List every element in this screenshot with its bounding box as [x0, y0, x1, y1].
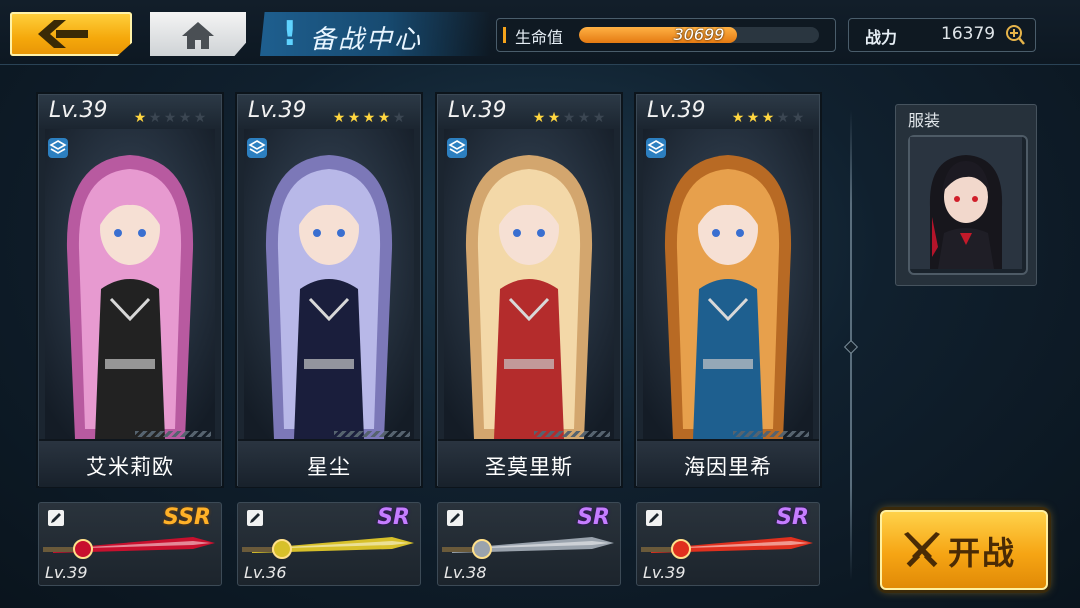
star-empty-icon: ★ [392, 110, 406, 126]
character-card[interactable]: Lv.39 ★ ★ ★ ★ ★ [437, 94, 621, 487]
chevron-left-icon [38, 20, 88, 48]
rarity-badge: SR [377, 505, 410, 530]
plate-stripe [135, 431, 211, 437]
character-card[interactable]: Lv.39 ★ ★ ★ ★ ★ [237, 94, 421, 487]
star-empty-icon: ★ [791, 110, 805, 126]
hp-value: 30699 [673, 25, 725, 44]
star-empty-icon: ★ [163, 110, 177, 126]
weapon-level: Lv.36 [244, 563, 287, 582]
star-empty-icon: ★ [592, 110, 606, 126]
section-divider [843, 110, 859, 580]
start-battle-label: 开战 [948, 534, 1017, 572]
top-bar: ! 备战中心 生命值 30699 战力 16379 [0, 0, 1080, 65]
character-art [444, 129, 614, 439]
character-name: 圣莫里斯 [485, 455, 573, 479]
card-header: Lv.39 ★ ★ ★ ★ ★ [39, 95, 221, 129]
star-rating: ★ ★ ★ ★ ★ [731, 111, 805, 125]
name-plate: 艾米莉欧 [39, 431, 221, 487]
outfit-label: 服装 [908, 111, 941, 130]
character-art [45, 129, 215, 439]
hp-tick [503, 27, 506, 43]
start-battle-button[interactable]: 开战 [880, 510, 1048, 590]
star-filled-icon: ★ [547, 110, 561, 126]
character-level: Lv.39 [647, 98, 706, 123]
page-title-banner: ! 备战中心 [260, 12, 490, 56]
name-plate: 圣莫里斯 [438, 431, 620, 487]
page-title: 备战中心 [310, 25, 423, 55]
star-filled-icon: ★ [731, 110, 745, 126]
weapon-slot[interactable]: SR Lv.36 [237, 502, 421, 586]
power-value: 16379 [941, 24, 996, 44]
star-filled-icon: ★ [332, 110, 346, 126]
layers-icon [646, 138, 666, 158]
character-level: Lv.39 [49, 98, 108, 123]
name-plate: 海因里希 [637, 431, 819, 487]
exclamation-icon: ! [282, 14, 298, 54]
weapon-level: Lv.39 [45, 563, 88, 582]
character-card[interactable]: Lv.39 ★ ★ ★ ★ ★ [38, 94, 222, 487]
character-card[interactable]: Lv.39 ★ ★ ★ ★ ★ [636, 94, 820, 487]
star-filled-icon: ★ [377, 110, 391, 126]
star-filled-icon: ★ [347, 110, 361, 126]
outfit-portrait[interactable] [908, 135, 1028, 275]
rarity-badge: SSR [163, 505, 211, 530]
star-rating: ★ ★ ★ ★ ★ [532, 111, 606, 125]
star-empty-icon: ★ [178, 110, 192, 126]
star-rating: ★ ★ ★ ★ ★ [133, 111, 207, 125]
character-level: Lv.39 [248, 98, 307, 123]
home-icon [182, 22, 214, 49]
star-filled-icon: ★ [133, 110, 147, 126]
rarity-badge: SR [776, 505, 809, 530]
character-name: 海因里希 [684, 455, 772, 479]
crossed-swords-icon [904, 532, 940, 568]
plate-stripe [334, 431, 410, 437]
outfit-character-portrait [910, 137, 1022, 269]
star-filled-icon: ★ [746, 110, 760, 126]
layers-icon [447, 138, 467, 158]
weapon-level: Lv.39 [643, 563, 686, 582]
star-filled-icon: ★ [532, 110, 546, 126]
rarity-badge: SR [577, 505, 610, 530]
power-label: 战力 [865, 28, 898, 47]
card-header: Lv.39 ★ ★ ★ ★ ★ [637, 95, 819, 129]
character-portrait [244, 129, 414, 439]
layers-icon [48, 138, 68, 158]
character-portrait [45, 129, 215, 439]
name-plate: 星尘 [238, 431, 420, 487]
character-art [643, 129, 813, 439]
hp-label: 生命值 [515, 28, 564, 47]
zoom-plus-icon[interactable] [1005, 24, 1025, 46]
plate-stripe [534, 431, 610, 437]
weapon-level: Lv.38 [444, 563, 487, 582]
star-empty-icon: ★ [776, 110, 790, 126]
combat-power-indicator: 战力 16379 [848, 18, 1036, 52]
card-header: Lv.39 ★ ★ ★ ★ ★ [438, 95, 620, 129]
hp-indicator: 生命值 30699 [496, 18, 836, 52]
layers-icon [247, 138, 267, 158]
star-filled-icon: ★ [362, 110, 376, 126]
card-header: Lv.39 ★ ★ ★ ★ ★ [238, 95, 420, 129]
character-level: Lv.39 [448, 98, 507, 123]
weapon-slot[interactable]: SR Lv.39 [636, 502, 820, 586]
star-rating: ★ ★ ★ ★ ★ [332, 111, 406, 125]
star-empty-icon: ★ [148, 110, 162, 126]
star-filled-icon: ★ [761, 110, 775, 126]
back-button[interactable] [10, 12, 132, 56]
weapon-slot[interactable]: SSR Lv.39 [38, 502, 222, 586]
star-empty-icon: ★ [577, 110, 591, 126]
character-portrait [444, 129, 614, 439]
character-name: 星尘 [307, 455, 351, 479]
star-empty-icon: ★ [193, 110, 207, 126]
plate-stripe [733, 431, 809, 437]
weapon-slot[interactable]: SR Lv.38 [437, 502, 621, 586]
star-empty-icon: ★ [562, 110, 576, 126]
outfit-panel[interactable]: 服装 [895, 104, 1037, 286]
character-art [244, 129, 414, 439]
home-button[interactable] [150, 12, 246, 56]
character-name: 艾米莉欧 [86, 455, 174, 479]
character-portrait [643, 129, 813, 439]
divider-diamond [843, 339, 859, 355]
